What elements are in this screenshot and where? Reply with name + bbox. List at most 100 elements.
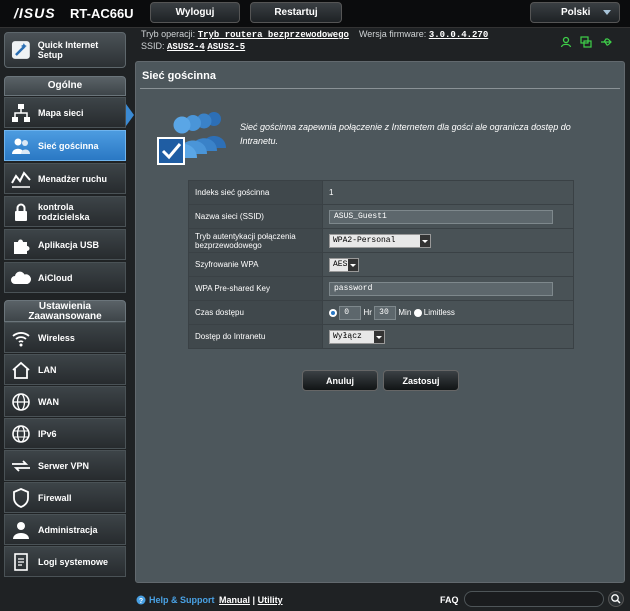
sidebar-item-label: Mapa sieci <box>38 107 84 118</box>
form-row-psk: WPA Pre-shared Key password <box>188 276 574 301</box>
language-select[interactable]: Polski <box>530 2 620 23</box>
search-button[interactable] <box>608 591 624 607</box>
page-description: Sieć gościnna zapewnia połączenie z Inte… <box>240 122 571 146</box>
footer: ? Help & Support Manual | Utility FAQ <box>0 588 630 611</box>
wand-icon <box>11 41 30 59</box>
asus-logo: /ISUS <box>14 5 56 21</box>
index-label: Indeks sieć gościnna <box>188 180 323 205</box>
wpa-encryption-value: AES <box>333 259 348 269</box>
help-support-link[interactable]: ? Help & Support <box>136 595 215 605</box>
sidebar-item-vpn-server[interactable]: Serwer VPN <box>4 450 126 481</box>
minutes-unit: Min <box>398 307 412 317</box>
sidebar-item-ipv6[interactable]: IPv6 <box>4 418 126 449</box>
faq-label: FAQ <box>440 595 459 605</box>
info-strip: Tryb operacji: Tryb routera bezprzewodow… <box>133 28 630 54</box>
sidebar-item-aicloud[interactable]: AiCloud <box>4 262 126 293</box>
help-support-label: Help & Support <box>149 595 215 605</box>
sidebar-item-system-log[interactable]: Logi systemowe <box>4 546 126 577</box>
chevron-down-icon <box>348 258 358 271</box>
user-status-icon[interactable] <box>560 36 572 48</box>
psk-input[interactable]: password <box>329 281 553 296</box>
limitless-label: Limitless <box>423 307 455 317</box>
firmware-link[interactable]: 3.0.0.4.270 <box>429 30 488 40</box>
sidebar-item-administration[interactable]: Administracja <box>4 514 126 545</box>
sidebar-item-traffic-manager[interactable]: Menadżer ruchu <box>4 163 126 194</box>
search-icon <box>611 594 621 604</box>
intranet-access-select[interactable]: Wyłącz <box>329 329 385 344</box>
sidebar-item-wireless[interactable]: Wireless <box>4 322 126 353</box>
form-row-ssid: Nazwa sieci (SSID) ASUS_Guest1 <box>188 204 574 229</box>
model-name: RT-AC66U <box>70 6 134 21</box>
sidebar-item-label: IPv6 <box>38 428 57 439</box>
access-time-label: Czas dostępu <box>188 300 323 325</box>
language-label: Polski <box>561 7 591 18</box>
guest-network-form: Indeks sieć gościnna 1 Nazwa sieci (SSID… <box>188 180 574 349</box>
limitless-radio[interactable] <box>413 308 422 317</box>
sidebar-item-firewall[interactable]: Firewall <box>4 482 126 513</box>
qis-label: Quick Internet Setup <box>37 40 99 60</box>
chevron-down-icon <box>420 234 430 247</box>
ssid-link-2[interactable]: ASUS2-5 <box>207 42 245 52</box>
hours-input[interactable]: 0 <box>339 305 362 320</box>
wpa-encryption-select[interactable]: AES <box>329 257 359 272</box>
wifi-icon <box>12 331 30 346</box>
cloud-icon <box>11 271 31 284</box>
manual-link[interactable]: Manual <box>219 595 250 605</box>
intranet-access-label: Dostęp do Intranetu <box>188 324 323 349</box>
mode-label: Tryb operacji: <box>141 29 196 39</box>
log-document-icon <box>14 552 28 571</box>
sidebar-item-wan[interactable]: WAN <box>4 386 126 417</box>
admin-user-icon <box>13 521 29 539</box>
time-limit-radio[interactable] <box>329 308 337 317</box>
ssid-label: Nazwa sieci (SSID) <box>188 204 323 229</box>
sidebar-item-lan[interactable]: LAN <box>4 354 126 385</box>
apply-button[interactable]: Zastosuj <box>383 370 459 391</box>
sidebar-item-label: kontrola rodzicielska <box>38 201 90 222</box>
usb-status-icon[interactable] <box>600 36 612 48</box>
quick-internet-setup-button[interactable]: Quick Internet Setup <box>4 32 126 68</box>
top-bar: /ISUS RT-AC66U Wyloguj Restartuj Polski <box>0 0 630 28</box>
network-status-icon[interactable] <box>580 36 592 48</box>
sidebar-item-usb-application[interactable]: Aplikacja USB <box>4 229 126 260</box>
hours-unit: Hr <box>363 307 372 317</box>
network-map-icon <box>12 103 30 122</box>
cancel-button[interactable]: Anuluj <box>302 370 378 391</box>
traffic-graph-icon <box>11 170 31 188</box>
active-indicator <box>126 104 134 126</box>
general-section-header: Ogólne <box>4 76 126 96</box>
ssid-input[interactable]: ASUS_Guest1 <box>329 209 553 224</box>
main-panel: Sieć gościnna Sieć gościnna zapewnia poł… <box>135 61 625 583</box>
sidebar-item-label: Firewall <box>38 492 72 503</box>
mode-link[interactable]: Tryb routera bezprzewodowego <box>198 30 349 40</box>
chevron-down-icon <box>603 10 611 15</box>
sidebar-item-parental-control[interactable]: kontrola rodzicielska <box>4 196 126 227</box>
sidebar-item-guest-network[interactable]: Sieć gościnna <box>4 130 126 161</box>
globe-icon <box>12 392 30 411</box>
ssid-link-1[interactable]: ASUS2-4 <box>167 42 205 52</box>
intranet-access-value: Wyłącz <box>333 331 362 341</box>
auth-mode-select[interactable]: WPA2-Personal <box>329 233 431 248</box>
sidebar-item-label: Wireless <box>38 332 75 343</box>
sidebar-item-label: AiCloud <box>38 272 73 283</box>
sidebar-item-label: Sieć gościnna <box>38 140 99 151</box>
index-value: 1 <box>329 188 334 197</box>
form-row-access-time: Czas dostępu 0 Hr 30 Min Limitless <box>188 300 574 325</box>
form-row-intranet: Dostęp do Intranetu Wyłącz <box>188 324 574 349</box>
title-divider <box>140 88 620 89</box>
vpn-arrows-icon <box>12 459 30 472</box>
minutes-input[interactable]: 30 <box>374 305 397 320</box>
sidebar-item-label: Aplikacja USB <box>38 239 100 250</box>
chevron-down-icon <box>374 330 384 343</box>
utility-link[interactable]: Utility <box>258 595 283 605</box>
logout-button[interactable]: Wyloguj <box>150 2 240 23</box>
sidebar-item-network-map[interactable]: Mapa sieci <box>4 97 126 128</box>
sidebar-item-label: Serwer VPN <box>38 460 90 471</box>
ipv6-globe-icon <box>12 424 30 443</box>
auth-mode-label: Tryb autentykacji połączenia bezprzewodo… <box>188 228 323 253</box>
form-row-encryption: Szyfrowanie WPA AES <box>188 252 574 277</box>
sidebar-item-label: WAN <box>38 396 59 407</box>
footer-separator: | <box>252 595 256 605</box>
faq-search-input[interactable] <box>464 591 604 607</box>
sidebar-item-label: Menadżer ruchu <box>38 173 108 184</box>
restart-button[interactable]: Restartuj <box>250 2 342 23</box>
